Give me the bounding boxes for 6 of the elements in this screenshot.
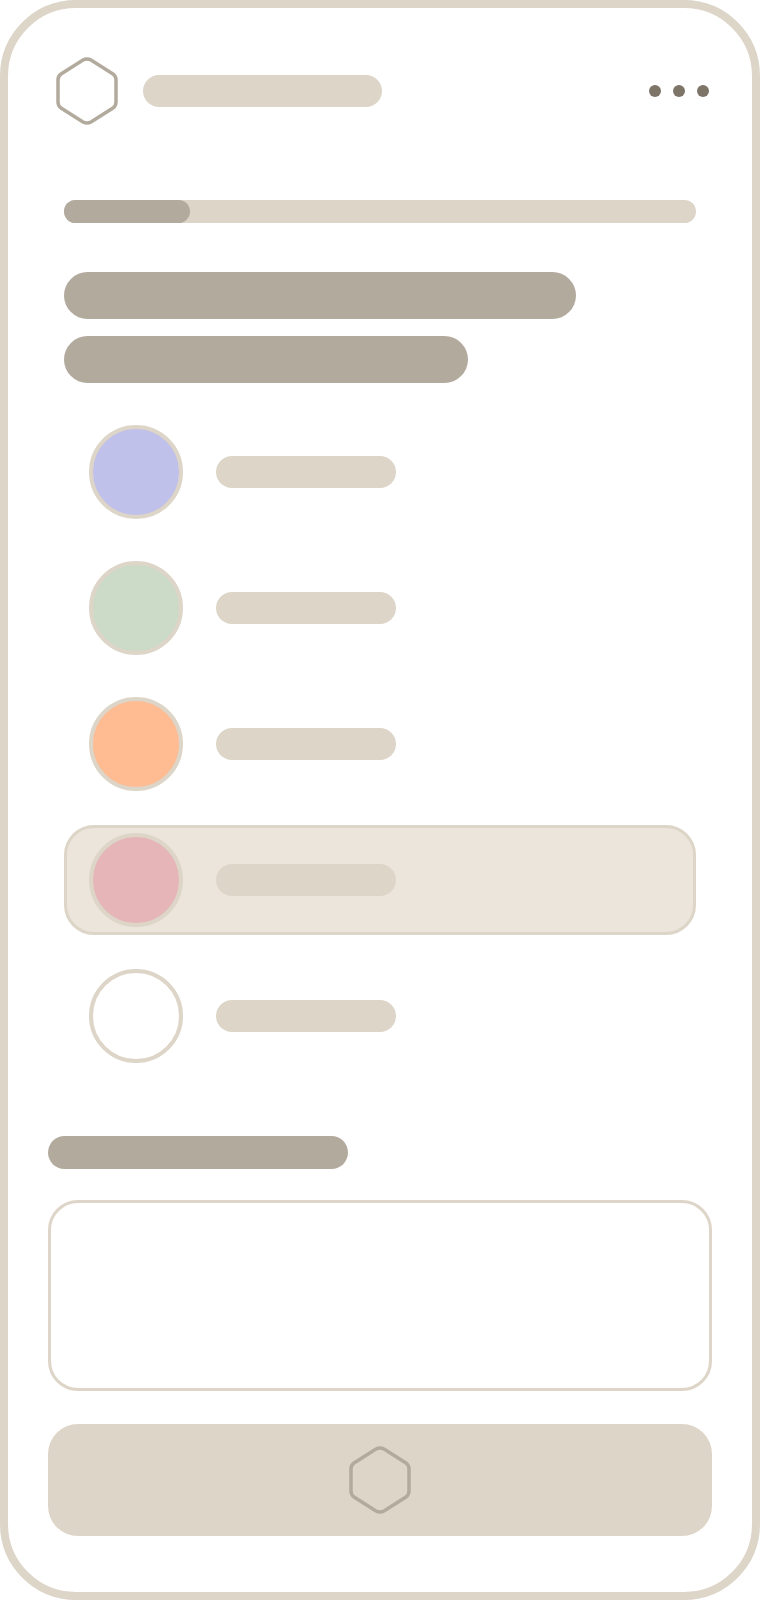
hexagon-icon: [349, 1446, 411, 1514]
hexagon-icon: [56, 56, 118, 125]
more-icon[interactable]: [649, 84, 709, 97]
text-area[interactable]: [48, 1200, 712, 1391]
option-row[interactable]: [64, 825, 696, 935]
submit-button[interactable]: [48, 1424, 712, 1536]
